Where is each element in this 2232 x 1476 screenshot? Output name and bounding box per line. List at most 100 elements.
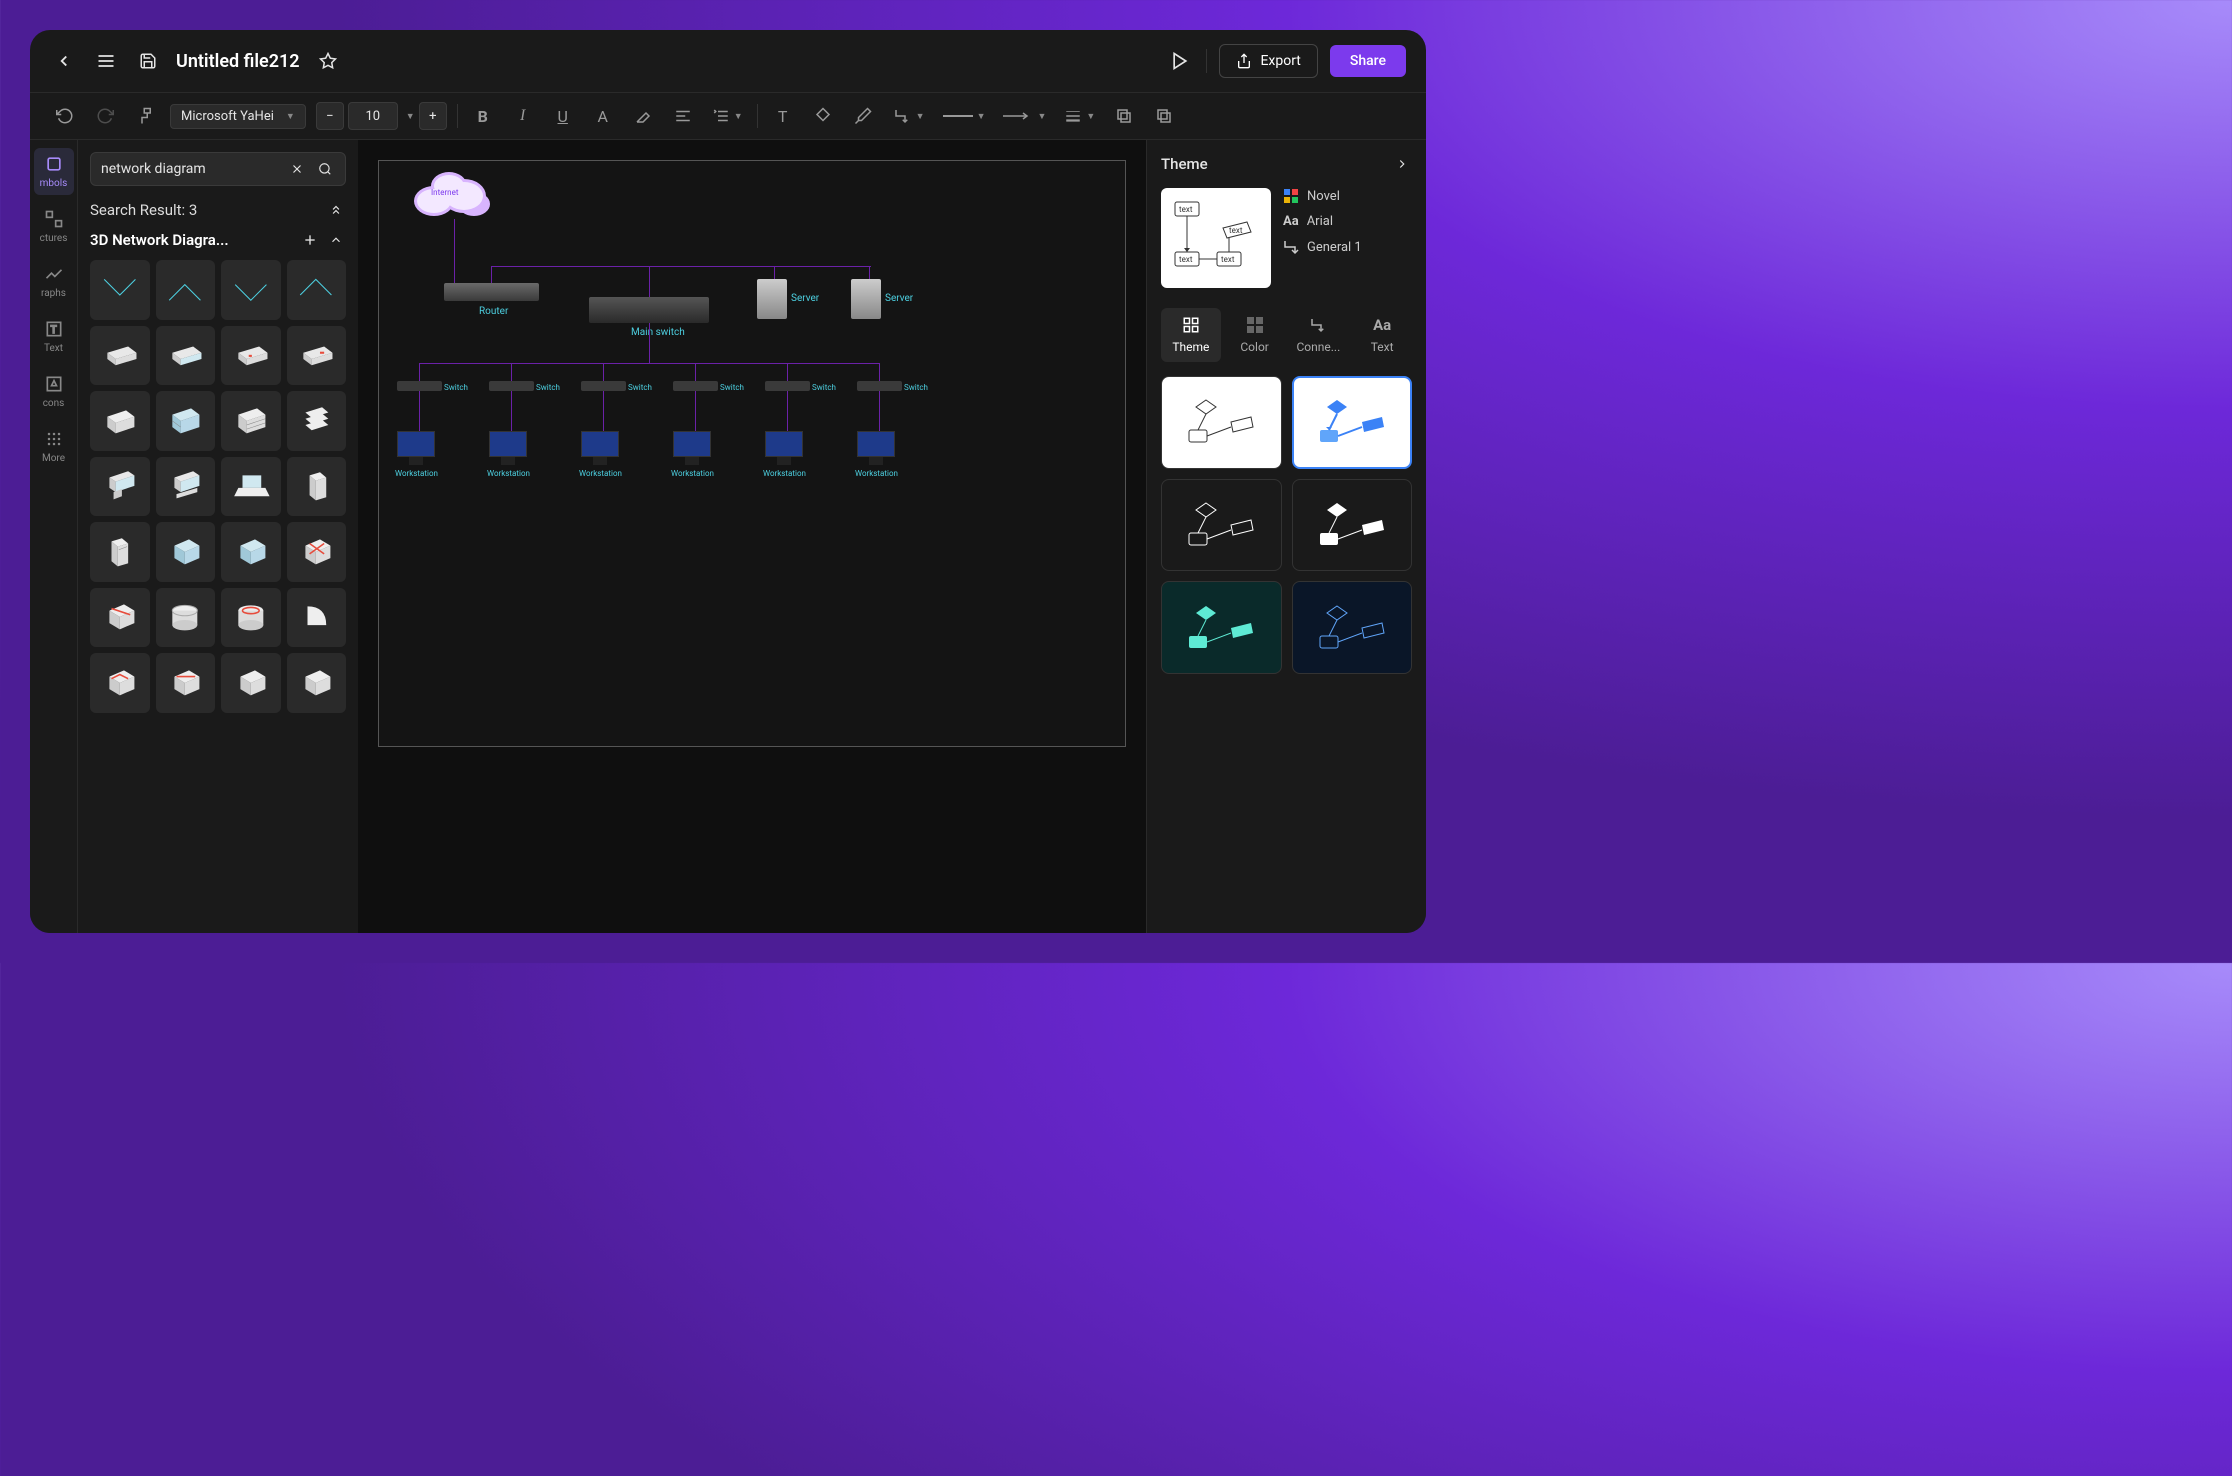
symbol-stack-4[interactable] xyxy=(287,391,347,451)
node-router[interactable] xyxy=(444,283,539,301)
symbol-cube-red-1[interactable] xyxy=(90,653,150,713)
line-style-button[interactable]: ▼ xyxy=(939,101,990,131)
redo-button[interactable] xyxy=(90,101,120,131)
panel-expand-button[interactable] xyxy=(1392,154,1412,174)
symbol-stack-2[interactable] xyxy=(156,391,216,451)
symbol-cube-arrows[interactable] xyxy=(287,522,347,582)
play-button[interactable] xyxy=(1166,47,1194,75)
undo-button[interactable] xyxy=(50,101,80,131)
tab-text[interactable]: T Text xyxy=(34,313,74,360)
text-color-button[interactable]: A xyxy=(588,101,618,131)
symbol-hub-2[interactable] xyxy=(156,326,216,386)
theme-option-light[interactable] xyxy=(1161,376,1282,469)
tab-symbols[interactable]: mbols xyxy=(34,148,74,195)
node-switch-2[interactable] xyxy=(489,381,534,391)
node-server-2[interactable] xyxy=(851,279,881,319)
symbol-connector-4[interactable] xyxy=(287,260,347,320)
node-label-switch: Switch xyxy=(904,383,928,392)
node-main-switch[interactable] xyxy=(589,297,709,323)
symbol-connector-3[interactable] xyxy=(221,260,281,320)
option-tab-text[interactable]: Aa Text xyxy=(1352,308,1412,362)
line-spacing-button[interactable]: ▼ xyxy=(708,101,747,131)
back-button[interactable] xyxy=(50,47,78,75)
theme-option-dark-outline[interactable] xyxy=(1161,479,1282,572)
node-switch-3[interactable] xyxy=(581,381,626,391)
node-workstation-5[interactable] xyxy=(765,431,803,465)
tab-more[interactable]: More xyxy=(34,423,74,470)
node-switch-6[interactable] xyxy=(857,381,902,391)
search-input[interactable] xyxy=(101,161,279,177)
format-painter-button[interactable] xyxy=(130,101,160,131)
fill-button[interactable] xyxy=(808,101,838,131)
tab-structures[interactable]: ctures xyxy=(34,203,74,250)
symbol-monitor-1[interactable] xyxy=(90,457,150,517)
theme-option-navy[interactable] xyxy=(1292,581,1413,674)
font-size-input[interactable] xyxy=(348,102,398,130)
save-button[interactable] xyxy=(134,47,162,75)
theme-option-blue-accent[interactable] xyxy=(1292,376,1413,469)
arrow-style-button[interactable]: ▼ xyxy=(999,101,1050,131)
decrease-size-button[interactable]: − xyxy=(316,102,344,130)
symbol-tower[interactable] xyxy=(287,457,347,517)
symbol-stack-1[interactable] xyxy=(90,391,150,451)
eyedropper-button[interactable] xyxy=(848,101,878,131)
symbol-cube-blue[interactable] xyxy=(156,522,216,582)
tab-icons[interactable]: cons xyxy=(34,368,74,415)
menu-button[interactable] xyxy=(92,47,120,75)
clear-search-button[interactable] xyxy=(287,159,307,179)
export-button[interactable]: Export xyxy=(1219,44,1317,78)
node-switch-4[interactable] xyxy=(673,381,718,391)
node-workstation-6[interactable] xyxy=(857,431,895,465)
symbol-stack-3[interactable] xyxy=(221,391,281,451)
symbol-connector-1[interactable] xyxy=(90,260,150,320)
svg-text:T: T xyxy=(50,325,56,336)
favorite-button[interactable] xyxy=(314,47,342,75)
symbol-hub-1[interactable] xyxy=(90,326,150,386)
symbol-cylinder-ring[interactable] xyxy=(221,588,281,648)
share-button[interactable]: Share xyxy=(1330,45,1406,77)
symbol-laptop[interactable] xyxy=(221,457,281,517)
symbol-curved[interactable] xyxy=(287,588,347,648)
option-tab-connector[interactable]: Conne... xyxy=(1289,308,1349,362)
node-workstation-1[interactable] xyxy=(397,431,435,465)
symbol-cube-red-2[interactable] xyxy=(156,653,216,713)
canvas[interactable]: M Internet Router xyxy=(358,140,1146,933)
symbol-server-tower[interactable] xyxy=(90,522,150,582)
line-weight-button[interactable]: ▼ xyxy=(1060,101,1099,131)
symbol-hub-4[interactable] xyxy=(287,326,347,386)
node-workstation-4[interactable] xyxy=(673,431,711,465)
text-tool-button[interactable]: T xyxy=(768,101,798,131)
search-button[interactable] xyxy=(315,159,335,179)
symbol-connector-2[interactable] xyxy=(156,260,216,320)
symbol-hub-3[interactable] xyxy=(221,326,281,386)
layers-back-button[interactable] xyxy=(1149,101,1179,131)
option-tab-theme[interactable]: Theme xyxy=(1161,308,1221,362)
collapse-all-button[interactable] xyxy=(326,200,346,220)
bold-button[interactable]: B xyxy=(468,101,498,131)
node-server-1[interactable] xyxy=(757,279,787,319)
collapse-library-button[interactable] xyxy=(326,230,346,250)
symbol-cube-blue-2[interactable] xyxy=(221,522,281,582)
symbol-cylinder[interactable] xyxy=(156,588,216,648)
align-button[interactable] xyxy=(668,101,698,131)
increase-size-button[interactable]: + xyxy=(419,102,447,130)
underline-button[interactable]: U xyxy=(548,101,578,131)
symbol-monitor-2[interactable] xyxy=(156,457,216,517)
symbol-cube-diag[interactable] xyxy=(90,588,150,648)
option-tab-color[interactable]: Color xyxy=(1225,308,1285,362)
node-workstation-3[interactable] xyxy=(581,431,619,465)
theme-option-dark-solid[interactable] xyxy=(1292,479,1413,572)
symbol-cube-plain-1[interactable] xyxy=(221,653,281,713)
theme-option-teal[interactable] xyxy=(1161,581,1282,674)
italic-button[interactable]: I xyxy=(508,101,538,131)
symbol-cube-plain-2[interactable] xyxy=(287,653,347,713)
add-library-button[interactable] xyxy=(300,230,320,250)
highlight-button[interactable] xyxy=(628,101,658,131)
connector-type-button[interactable]: ▼ xyxy=(888,101,929,131)
node-workstation-2[interactable] xyxy=(489,431,527,465)
node-switch-1[interactable] xyxy=(397,381,442,391)
tab-graphs[interactable]: raphs xyxy=(34,258,74,305)
font-family-select[interactable]: Microsoft YaHei ▼ xyxy=(170,104,306,129)
node-switch-5[interactable] xyxy=(765,381,810,391)
layers-front-button[interactable] xyxy=(1109,101,1139,131)
